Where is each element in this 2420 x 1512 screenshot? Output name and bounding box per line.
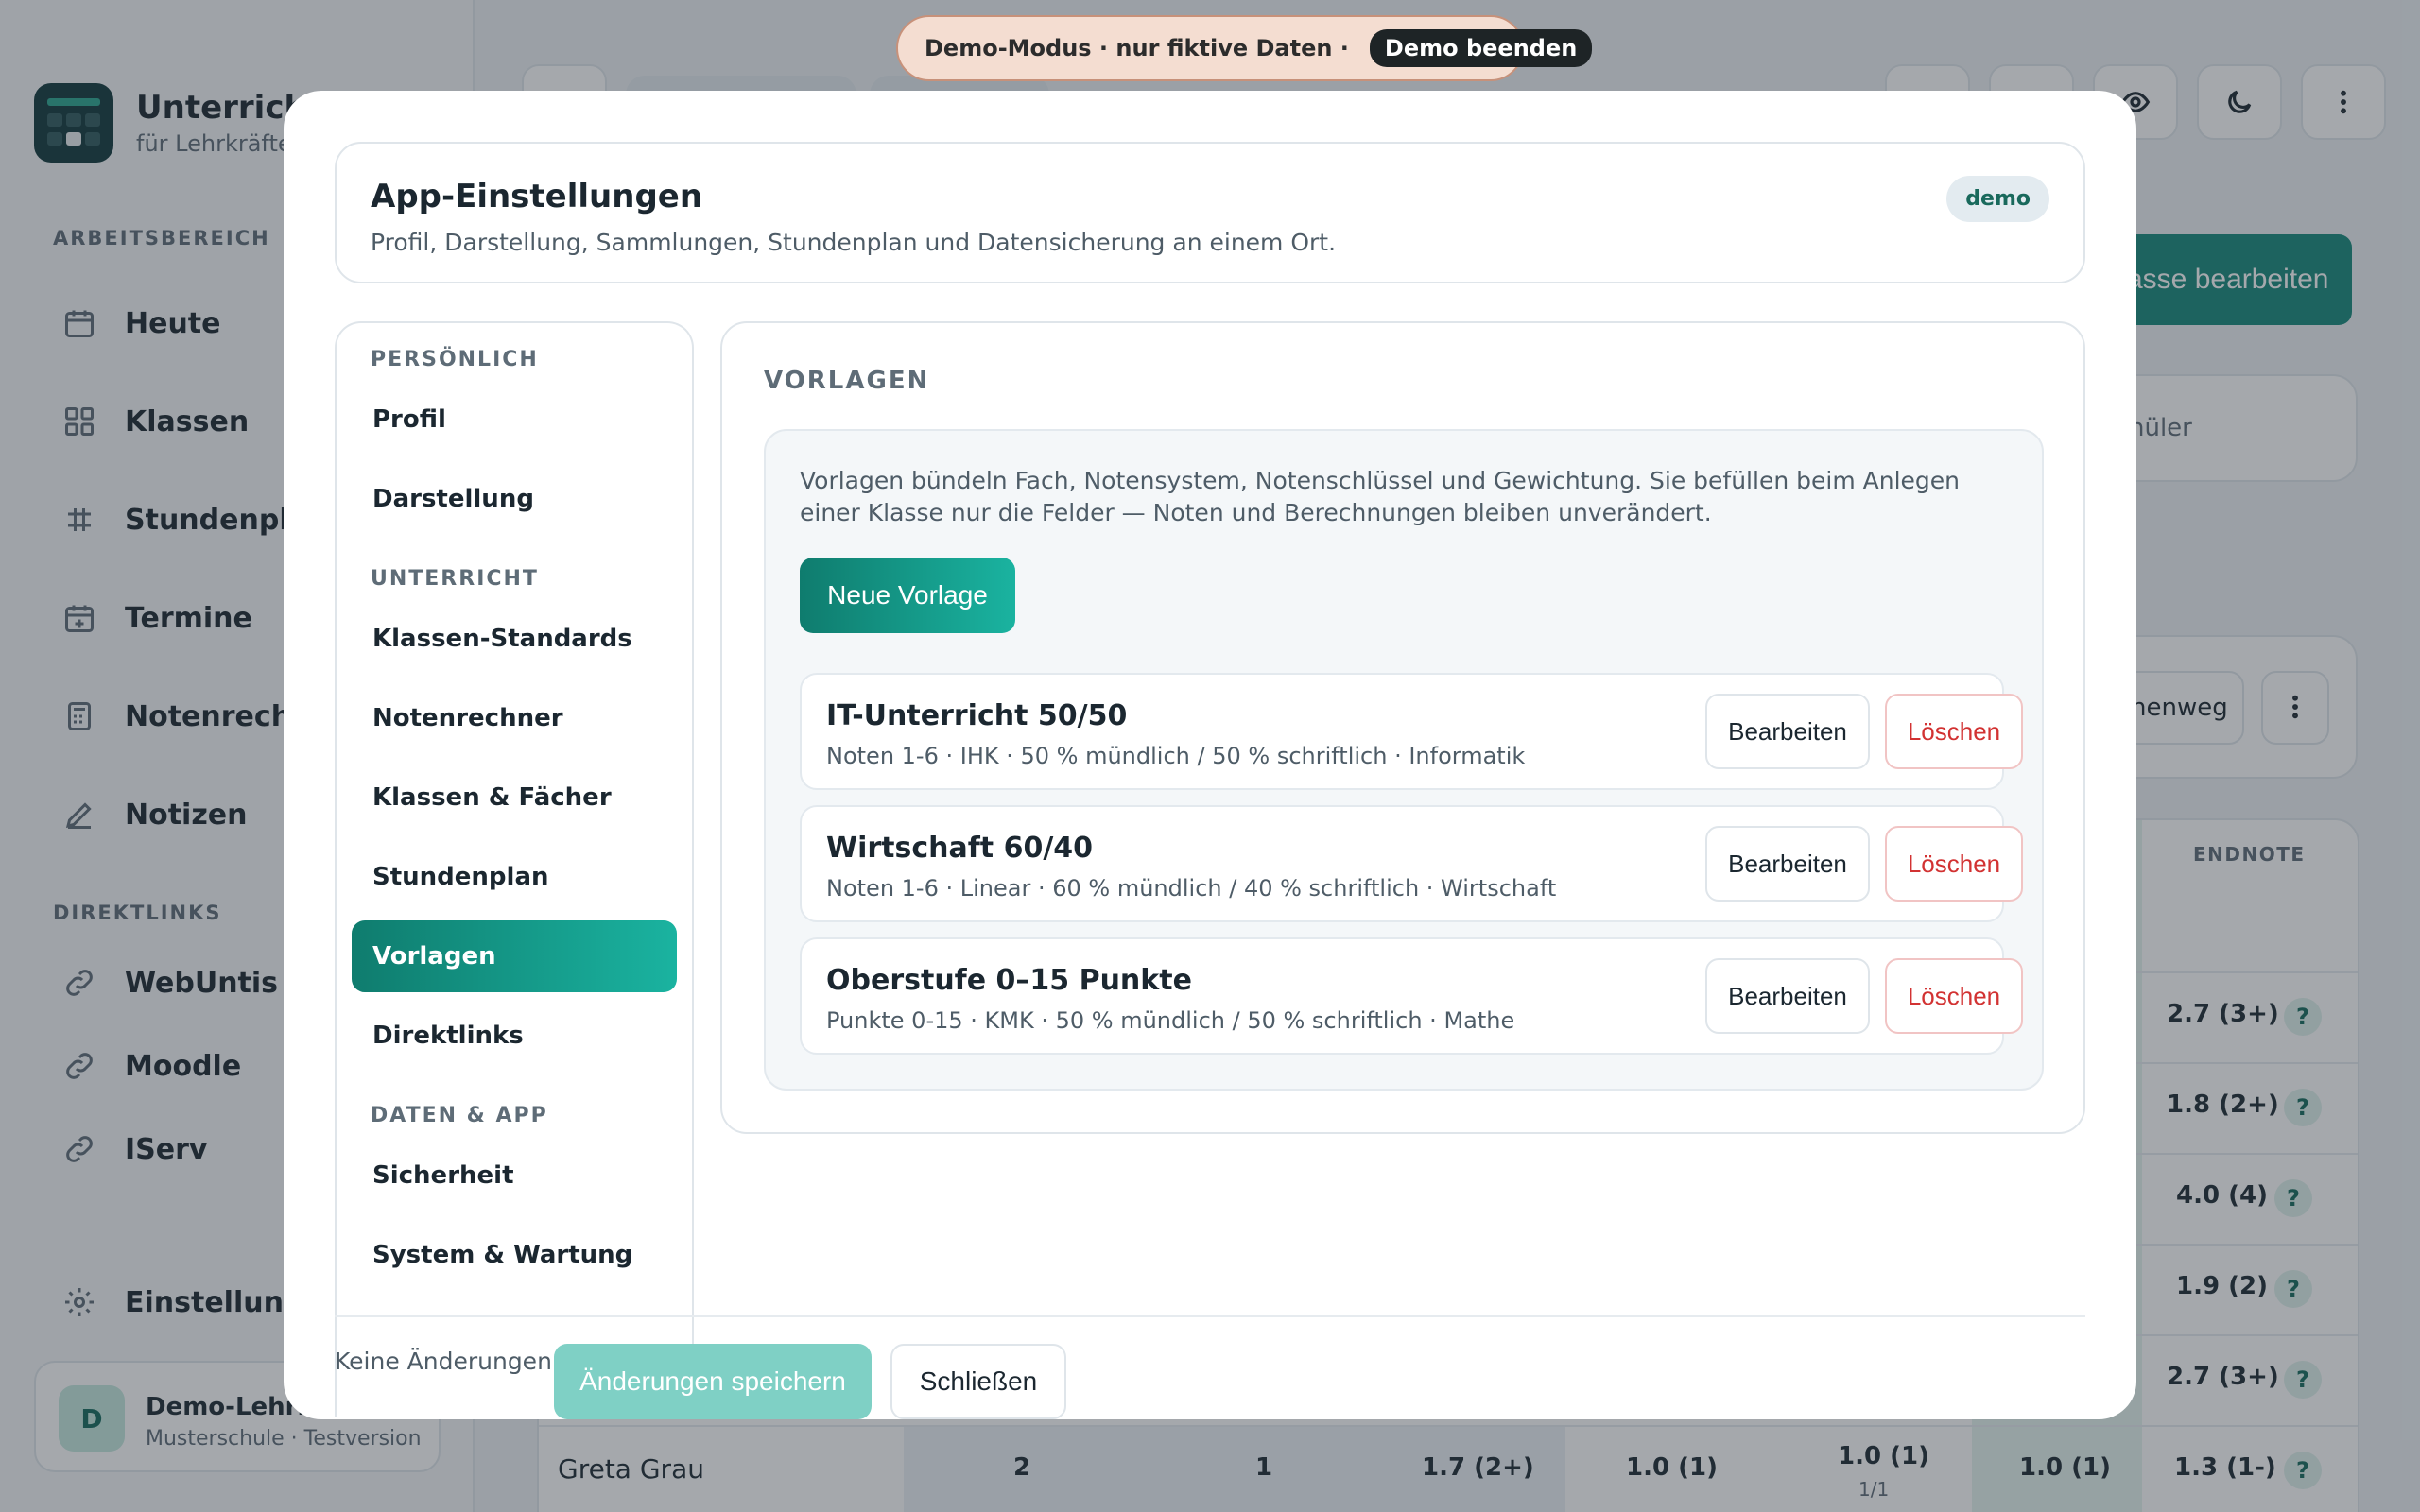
settings-nav-sicherheit[interactable]: Sicherheit (352, 1140, 677, 1211)
edit-template-button[interactable]: Bearbeiten (1705, 826, 1870, 902)
demo-banner-text: Demo-Modus · nur fiktive Daten · (925, 35, 1349, 61)
footer-divider (335, 1315, 2085, 1317)
demo-badge: demo (1946, 176, 2049, 222)
template-item: Oberstufe 0–15 Punkte Punkte 0-15 · KMK … (800, 937, 2023, 1055)
template-item: IT-Unterricht 50/50 Noten 1-6 · IHK · 50… (800, 673, 2023, 790)
template-item: Wirtschaft 60/40 Noten 1-6 · Linear · 60… (800, 805, 2023, 922)
save-changes-button[interactable]: Änderungen speichern (554, 1344, 872, 1419)
settings-nav-notenrechner[interactable]: Notenrechner (352, 682, 677, 754)
end-demo-button[interactable]: Demo beenden (1369, 29, 1593, 67)
settings-modal: App-Einstellungen Profil, Darstellung, S… (284, 91, 2136, 1419)
delete-template-button[interactable]: Löschen (1885, 826, 2023, 902)
template-name: Oberstufe 0–15 Punkte (826, 964, 1192, 997)
settings-nav-direktlinks[interactable]: Direktlinks (352, 1000, 677, 1072)
edit-template-button[interactable]: Bearbeiten (1705, 958, 1870, 1034)
new-template-button[interactable]: Neue Vorlage (800, 558, 1015, 633)
settings-nav-stundenplan[interactable]: Stundenplan (352, 841, 677, 913)
delete-template-button[interactable]: Löschen (1885, 958, 2023, 1034)
template-name: IT-Unterricht 50/50 (826, 699, 1128, 732)
settings-nav-vorlagen[interactable]: Vorlagen (352, 920, 677, 992)
templates-description: Vorlagen bündeln Fach, Notensystem, Note… (800, 467, 1960, 526)
template-meta: Punkte 0-15 · KMK · 50 % mündlich / 50 %… (826, 1007, 1515, 1034)
settings-nav: PERSÖNLICH Profil Darstellung UNTERRICHT… (335, 321, 694, 1418)
settings-nav-klassen-standards[interactable]: Klassen-Standards (352, 603, 677, 675)
section-title: VORLAGEN (764, 367, 930, 395)
settings-nav-system[interactable]: System & Wartung (352, 1219, 677, 1291)
close-button[interactable]: Schließen (890, 1344, 1066, 1419)
settings-nav-klassen-faecher[interactable]: Klassen & Fächer (352, 762, 677, 833)
edit-template-button[interactable]: Bearbeiten (1705, 694, 1870, 769)
settings-nav-darstellung[interactable]: Darstellung (352, 463, 677, 535)
nav-group-personal: PERSÖNLICH (371, 348, 539, 371)
settings-nav-profil[interactable]: Profil (352, 384, 677, 455)
delete-template-button[interactable]: Löschen (1885, 694, 2023, 769)
modal-title: App-Einstellungen (371, 178, 703, 215)
modal-header: App-Einstellungen Profil, Darstellung, S… (335, 142, 2085, 284)
template-name: Wirtschaft 60/40 (826, 832, 1094, 865)
modal-subtitle: Profil, Darstellung, Sammlungen, Stunden… (371, 229, 1337, 256)
templates-box: Vorlagen bündeln Fach, Notensystem, Note… (764, 429, 2044, 1091)
demo-banner: Demo-Modus · nur fiktive Daten · Demo be… (896, 15, 1593, 81)
nav-group-data: DATEN & APP (371, 1104, 548, 1127)
nav-group-teaching: UNTERRICHT (371, 567, 539, 591)
template-meta: Noten 1-6 · Linear · 60 % mündlich / 40 … (826, 875, 1557, 902)
template-meta: Noten 1-6 · IHK · 50 % mündlich / 50 % s… (826, 743, 1526, 769)
save-status: Keine Änderungen (335, 1348, 552, 1375)
templates-section: VORLAGEN Vorlagen bündeln Fach, Notensys… (720, 321, 2085, 1134)
